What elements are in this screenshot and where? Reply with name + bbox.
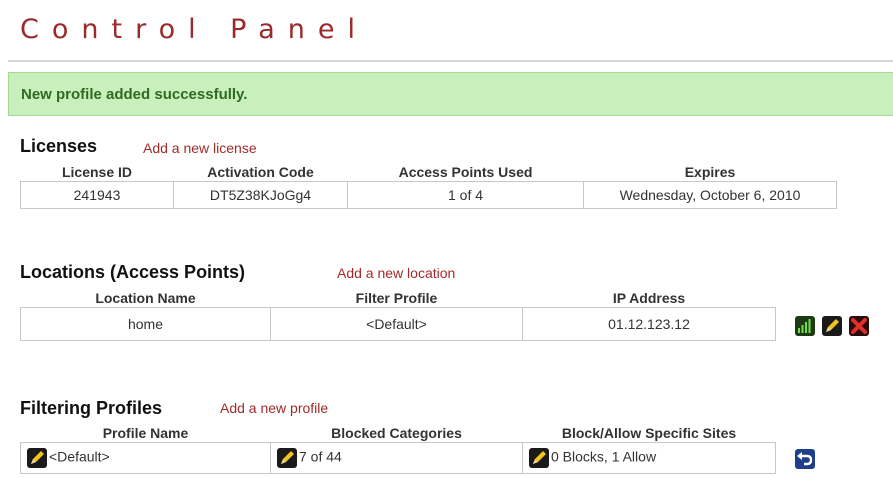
access-points-used-cell: 1 of 4 [347,181,584,209]
filter-profile-cell: <Default> [270,307,523,341]
location-name-cell: home [20,307,271,341]
edit-icon[interactable] [529,448,549,468]
undo-icon[interactable] [795,449,815,469]
column-header: Blocked Categories [331,425,462,441]
page-title: Control Panel [20,14,369,45]
add-profile-link[interactable]: Add a new profile [220,400,328,416]
locations-heading: Locations (Access Points) [20,262,246,282]
column-header: Location Name [95,290,196,306]
licenses-heading: Licenses [20,136,98,156]
column-header: Profile Name [102,425,189,441]
add-location-link[interactable]: Add a new location [337,265,455,281]
success-message-text: New profile added successfully. [21,86,248,103]
specific-sites-cell[interactable]: 0 Blocks, 1 Allow [522,442,776,474]
column-header: Expires [684,164,736,180]
signal-icon[interactable] [795,316,815,336]
locations-table: Location Name Filter Profile IP Address … [20,289,776,341]
table-row: <Default> 7 of 44 0 Blocks, 1 Allow [20,442,776,474]
licenses-table: License ID Activation Code Access Points… [20,163,837,209]
table-header-row: Location Name Filter Profile IP Address [21,289,776,308]
blocked-categories-text: 7 of 44 [299,448,342,465]
profile-name-text: <Default> [49,448,110,465]
ip-address-cell: 01.12.123.12 [522,307,776,341]
delete-icon[interactable] [849,316,869,336]
table-header-row: License ID Activation Code Access Points… [21,163,837,182]
column-header: Block/Allow Specific Sites [561,425,737,441]
profiles-heading: Filtering Profiles [20,398,163,418]
blocked-categories-cell[interactable]: 7 of 44 [270,442,523,474]
activation-code-cell: DT5Z38KJoGg4 [173,181,348,209]
license-id-cell: 241943 [20,181,174,209]
table-header-row: Profile Name Blocked Categories Block/Al… [21,424,776,443]
column-header: License ID [61,164,133,180]
edit-icon[interactable] [277,448,297,468]
title-divider [8,60,893,62]
column-header: Access Points Used [398,164,533,180]
column-header: Filter Profile [355,290,438,306]
specific-sites-text: 0 Blocks, 1 Allow [551,448,657,465]
edit-icon[interactable] [27,448,47,468]
table-row: home <Default> 01.12.123.12 [20,307,776,341]
table-row: 241943 DT5Z38KJoGg4 1 of 4 Wednesday, Oc… [20,181,837,209]
column-header: IP Address [612,290,686,306]
add-license-link[interactable]: Add a new license [143,140,257,156]
success-message: New profile added successfully. [8,72,893,116]
column-header: Activation Code [207,164,314,180]
profiles-table: Profile Name Blocked Categories Block/Al… [20,424,776,474]
expires-cell: Wednesday, October 6, 2010 [583,181,837,209]
edit-icon[interactable] [822,316,842,336]
profile-name-cell[interactable]: <Default> [20,442,271,474]
